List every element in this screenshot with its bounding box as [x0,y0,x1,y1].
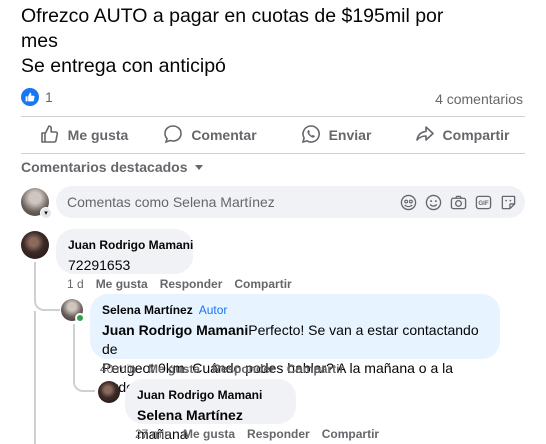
comment-button[interactable]: Comentar [147,117,273,153]
comment-composer: ▾ GIF [21,186,525,219]
comment-text: 72291653 [68,257,131,273]
comment-like-button[interactable]: Me gusta [148,362,200,376]
sort-label: Comentarios destacados [21,159,188,175]
share-button[interactable]: Compartir [399,117,525,153]
online-status-indicator [75,313,85,323]
post-line-3: Se entrega con anticipó [21,55,226,77]
comment-input-box[interactable]: GIF [56,186,525,218]
reactions-summary[interactable]: 1 [21,88,53,106]
send-label: Enviar [328,127,372,143]
reaction-count: 1 [45,89,53,105]
avatar[interactable] [98,381,120,403]
comment-bubble-icon [163,124,183,147]
avatar-sticker-icon[interactable] [399,193,417,211]
avatar[interactable] [21,231,49,259]
emoji-icon[interactable] [424,193,442,211]
share-label: Compartir [442,127,510,143]
thread-connector [34,311,36,444]
post-action-bar: Me gusta Comentar Enviar Compartir [21,117,525,153]
comment-author[interactable]: Juan Rodrigo Mamani [137,387,284,403]
comment-meta: 40 min Me gusta Responder Compartir [100,362,344,376]
chevron-down-icon[interactable]: ▾ [40,207,52,219]
comment-like-button[interactable]: Me gusta [96,277,148,291]
comment-share-button[interactable]: Compartir [234,277,291,291]
comment-input[interactable] [67,194,399,210]
comment-like-button[interactable]: Me gusta [183,427,235,441]
post-line-2: mes [21,30,58,52]
comment-label: Comentar [191,127,257,143]
author-badge: Autor [198,303,228,317]
comment-share-button[interactable]: Compartir [287,362,344,376]
svg-text:GIF: GIF [478,200,488,207]
like-reaction-icon [21,88,39,106]
comment-time[interactable]: 40 min [100,362,136,376]
comment-count-link[interactable]: 4 comentarios [435,91,523,107]
mention-link[interactable]: Juan Rodrigo Mamani [102,322,248,338]
camera-icon[interactable] [449,193,467,211]
comment-time[interactable]: 27 min [135,427,171,441]
share-arrow-icon [415,124,435,147]
comment-bubble: Selena Martínez Autor Juan Rodrigo Mamani… [90,294,500,395]
comment-sort-dropdown[interactable]: Comentarios destacados [21,159,204,175]
sticker-icon[interactable] [499,193,517,211]
comment-share-button[interactable]: Compartir [322,427,379,441]
gif-icon[interactable]: GIF [474,193,492,211]
like-button[interactable]: Me gusta [21,117,147,153]
caret-down-icon [194,159,204,175]
like-label: Me gusta [67,127,129,143]
comment-bubble: Juan Rodrigo Mamani 72291653 [56,229,193,274]
whatsapp-icon [301,124,321,147]
post-text: Ofrezco AUTO a pagar en cuotas de $195mi… [21,4,541,79]
thread-connector [34,262,60,311]
comment-author[interactable]: Juan Rodrigo Mamani [68,237,193,253]
avatar[interactable]: ▾ [21,188,52,219]
comment-meta: 27 min Me gusta Responder Compartir [135,427,379,441]
send-button[interactable]: Enviar [273,117,399,153]
comment-meta: 1 d Me gusta Responder Compartir [67,277,292,291]
comment-reply-button[interactable]: Responder [160,277,223,291]
post-line-1: Ofrezco AUTO a pagar en cuotas de $195mi… [21,5,444,27]
composer-icons: GIF [399,193,517,211]
thumbs-up-icon [40,124,60,147]
comment-time[interactable]: 1 d [67,277,84,291]
comment-author[interactable]: Selena Martínez [102,303,193,317]
comment-reply-button[interactable]: Responder [247,427,310,441]
mention-link[interactable]: Selena Martínez [137,407,243,423]
comment-reply-button[interactable]: Responder [212,362,275,376]
comment-text: Juan Rodrigo MamaniPerfecto! Se van a es… [102,321,488,359]
comment-bubble: Juan Rodrigo Mamani Selena Martínez maña… [125,379,296,442]
comment-author-row: Selena Martínez Autor [102,302,488,318]
divider [21,153,525,154]
